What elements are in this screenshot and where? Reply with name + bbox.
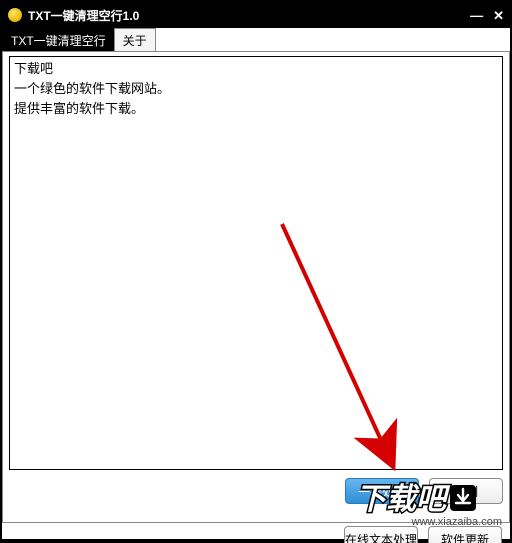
minimize-icon[interactable]: — bbox=[470, 9, 483, 22]
close-icon[interactable]: ✕ bbox=[493, 9, 504, 22]
tab-about[interactable]: 关于 bbox=[114, 28, 156, 52]
update-button[interactable]: 软件更新 bbox=[428, 526, 502, 543]
client-area: TXT一键清理空行 关于 一键处理 复制 bbox=[2, 28, 510, 539]
app-window: TXT一键清理空行1.0 — ✕ TXT一键清理空行 关于 bbox=[0, 0, 512, 543]
online-process-button[interactable]: 在线文本处理 bbox=[344, 526, 418, 543]
copy-button[interactable]: 复制 bbox=[429, 478, 503, 504]
title-bar[interactable]: TXT一键清理空行1.0 — ✕ bbox=[2, 2, 510, 28]
app-icon bbox=[8, 8, 22, 22]
tab-main[interactable]: TXT一键清理空行 bbox=[2, 28, 115, 52]
process-button[interactable]: 一键处理 bbox=[345, 478, 419, 504]
window-controls: — ✕ bbox=[470, 9, 504, 22]
footer-row: 在线文本处理 软件更新 bbox=[2, 526, 510, 543]
tab-page-main: 一键处理 复制 bbox=[2, 51, 510, 523]
editor-wrap bbox=[9, 56, 503, 470]
text-editor[interactable] bbox=[9, 56, 503, 470]
tab-strip: TXT一键清理空行 关于 bbox=[2, 28, 510, 52]
action-row: 一键处理 复制 bbox=[9, 478, 503, 504]
app-title: TXT一键清理空行1.0 bbox=[28, 7, 470, 24]
